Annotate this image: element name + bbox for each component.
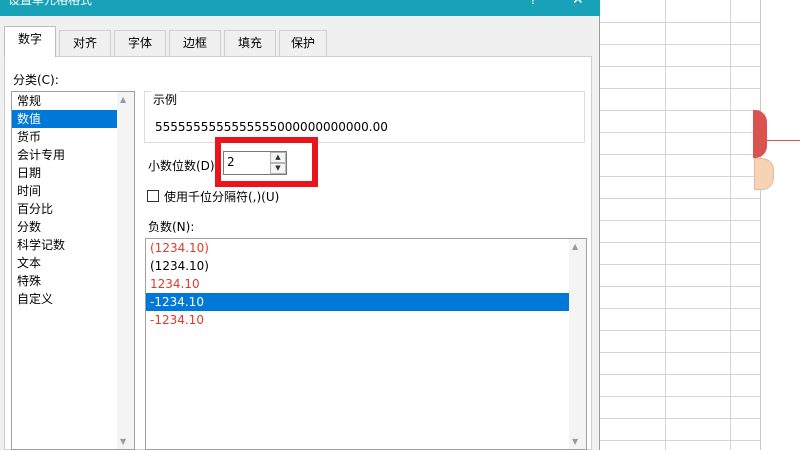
sheet-gridline [600,242,760,243]
negative-format-item[interactable]: 1234.10 [146,275,586,293]
scroll-up-icon[interactable]: ▲ [572,242,578,251]
sheet-gridline [600,220,760,221]
sheet-gridline [600,418,760,419]
negative-numbers-list[interactable]: (1234.10) (1234.10) 1234.10 -1234.10 -1234.1… [145,238,587,450]
category-items: 常规 数值 货币 会计专用 日期 时间 百分比 分数 科学记数 文本 特殊 自定义 [12,92,134,308]
sample-group: 示例 5555555555555555000000000000.00 [144,91,585,143]
sheet-gridline [600,44,760,45]
sheet-gridline [600,396,760,397]
decimal-places-label: 小数位数(D): [148,159,219,173]
sample-caption: 示例 [151,91,180,108]
sheet-gridline [600,22,760,23]
category-scrollbar[interactable]: ▲ ▼ [117,92,134,449]
sheet-gridline [600,308,760,309]
category-list[interactable]: 常规 数值 货币 会计专用 日期 时间 百分比 分数 科学记数 文本 特殊 自定义 ▲ ▼ [11,91,135,450]
negative-format-item[interactable]: -1234.10 [146,293,586,311]
sheet-gridline [665,0,666,450]
category-item[interactable]: 常规 [12,92,134,110]
scroll-down-icon[interactable]: ▼ [120,437,126,446]
sheet-gridline [600,330,760,331]
tab-font[interactable]: 字体 [114,30,166,56]
category-item[interactable]: 货币 [12,128,134,146]
category-item[interactable]: 日期 [12,164,134,182]
category-item[interactable]: 科学记数 [12,236,134,254]
decoration-shape [754,158,774,190]
sheet-gridline [600,154,760,155]
sheet-gridline [600,374,760,375]
spreadsheet-background [600,0,800,450]
category-item[interactable]: 分数 [12,218,134,236]
category-item[interactable]: 数值 [12,110,134,128]
negative-format-item[interactable]: (1234.10) [146,257,586,275]
category-item[interactable]: 时间 [12,182,134,200]
category-item[interactable]: 会计专用 [12,146,134,164]
tab-number[interactable]: 数字 [4,26,56,57]
tab-fill[interactable]: 填充 [224,30,276,56]
close-button[interactable]: ✕ [572,0,584,8]
sheet-gridline [600,88,760,89]
category-item[interactable]: 文本 [12,254,134,272]
negative-scrollbar[interactable]: ▲ ▼ [569,239,586,449]
sheet-gridline [730,0,731,450]
tab-alignment[interactable]: 对齐 [59,30,111,56]
format-cells-dialog: 设置单元格格式 ? ✕ 数字 对齐 字体 边框 填充 保护 分类(C): 常规数… [0,0,600,450]
tab-border[interactable]: 边框 [169,30,221,56]
sheet-gridline [600,198,760,199]
sheet-gridline [600,132,760,133]
sheet-gridline [600,110,760,111]
thousands-separator-checkbox[interactable] [147,190,159,202]
category-label: 分类(C): [13,73,59,87]
sheet-gridline [600,176,760,177]
sheet-gridline [600,352,760,353]
sheet-right-pane [760,0,800,450]
dialog-title: 设置单元格格式 [8,0,93,7]
scroll-up-icon[interactable]: ▲ [120,95,126,104]
tab-bar: 数字 对齐 字体 边框 填充 保护 [0,26,600,57]
sheet-gridline [600,66,760,67]
category-item[interactable]: 百分比 [12,200,134,218]
negative-items: (1234.10) (1234.10) 1234.10 -1234.10 -1234.1… [146,239,586,329]
negative-numbers-label: 负数(N): [148,220,195,234]
decoration-shape [753,110,767,158]
sheet-gridline [600,264,760,265]
sheet-gridline [600,440,760,441]
category-item[interactable]: 自定义 [12,290,134,308]
sample-value: 5555555555555555000000000000.00 [155,120,388,134]
category-item[interactable]: 特殊 [12,272,134,290]
help-button[interactable]: ? [530,0,536,8]
negative-format-item[interactable]: (1234.10) [146,239,586,257]
scroll-down-icon[interactable]: ▼ [572,437,578,446]
thousands-separator-label[interactable]: 使用千位分隔符(,)(U) [164,188,279,205]
tab-protection[interactable]: 保护 [279,30,327,56]
negative-format-item[interactable]: -1234.10 [146,311,586,329]
titlebar: 设置单元格格式 ? ✕ [0,0,600,16]
sheet-gridline [600,286,760,287]
highlight-annotation [215,137,318,187]
